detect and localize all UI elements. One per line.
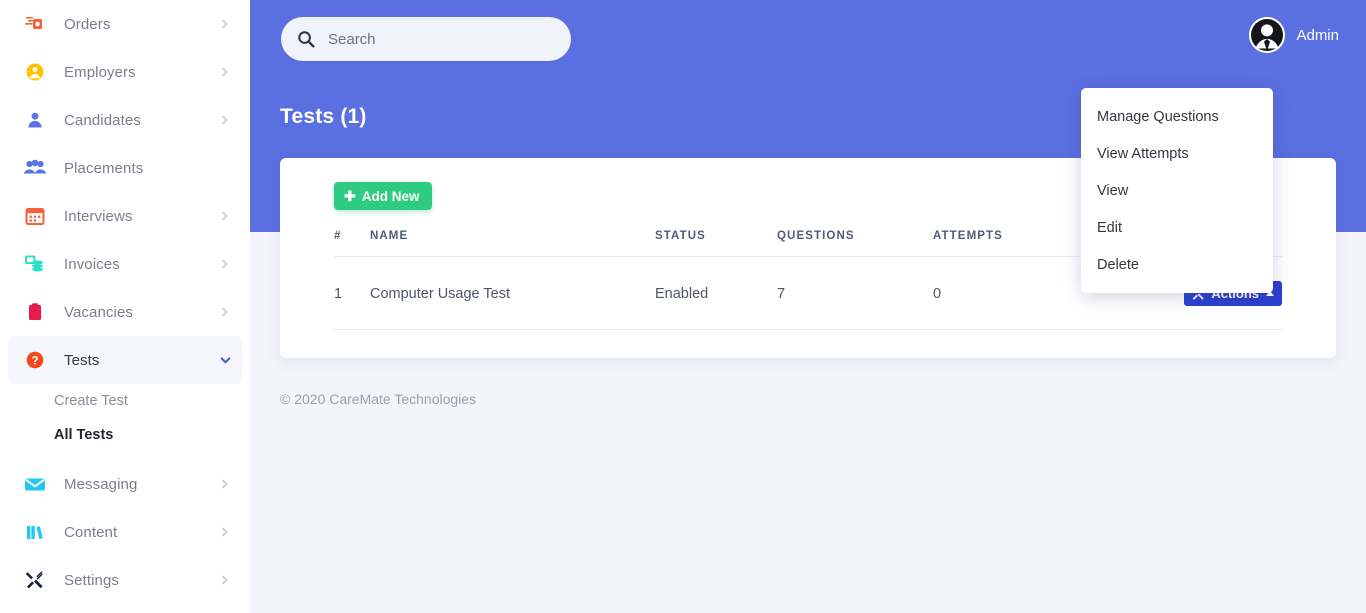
sidebar-item-tests[interactable]: ? Tests (8, 336, 242, 384)
sidebar-subitem-create-test[interactable]: Create Test (0, 384, 250, 418)
cell-number: 1 (334, 256, 370, 330)
chevron-right-icon (220, 259, 230, 269)
avatar (1249, 17, 1286, 53)
menu-item-label: Manage Questions (1097, 108, 1219, 125)
chevron-right-icon (220, 479, 230, 489)
sidebar-item-label: Messaging (64, 475, 138, 493)
cell-status: Enabled (655, 256, 777, 330)
sidebar-item-employers[interactable]: Employers (8, 48, 242, 96)
invoices-icon (20, 254, 50, 274)
sidebar-item-messaging[interactable]: Messaging (8, 460, 242, 508)
vacancies-icon (20, 302, 50, 322)
menu-item-view[interactable]: View (1081, 172, 1273, 209)
page-title: Tests (1) (280, 105, 367, 128)
orders-icon (20, 14, 50, 34)
column-header-status: STATUS (655, 230, 777, 257)
svg-text:?: ? (31, 356, 38, 368)
add-new-button[interactable]: ✚ Add New (334, 182, 432, 210)
chevron-right-icon (220, 527, 230, 537)
sidebar-item-vacancies[interactable]: Vacancies (8, 288, 242, 336)
actions-dropdown-menu: Manage Questions View Attempts View Edit… (1081, 88, 1273, 293)
cell-questions: 7 (777, 256, 933, 330)
interviews-icon (20, 206, 50, 226)
sidebar-item-content[interactable]: Content (8, 508, 242, 556)
sidebar-item-placements[interactable]: Placements (8, 144, 242, 192)
sidebar-item-label: Content (64, 523, 118, 541)
sidebar-item-invoices[interactable]: Invoices (8, 240, 242, 288)
sidebar-item-label: Invoices (64, 255, 120, 273)
chevron-right-icon (220, 67, 230, 77)
column-header-number: # (334, 230, 370, 257)
chevron-down-icon (220, 355, 231, 365)
chevron-right-icon (220, 19, 230, 29)
footer-copyright: © 2020 CareMate Technologies (280, 391, 477, 407)
sidebar-item-label: Vacancies (64, 303, 133, 321)
sidebar-item-orders[interactable]: Orders (8, 0, 242, 48)
chevron-right-icon (220, 115, 230, 125)
search-input[interactable] (328, 30, 538, 48)
menu-item-label: Delete (1097, 256, 1139, 273)
messaging-icon (20, 474, 50, 494)
placements-icon (20, 158, 50, 178)
menu-item-manage-questions[interactable]: Manage Questions (1081, 98, 1273, 135)
sidebar-item-label: Settings (64, 571, 119, 589)
search-icon (297, 30, 315, 48)
chevron-right-icon (220, 211, 230, 221)
plus-icon: ✚ (344, 188, 356, 204)
menu-item-view-attempts[interactable]: View Attempts (1081, 135, 1273, 172)
sidebar-item-label: Orders (64, 15, 111, 33)
chevron-right-icon (220, 307, 230, 317)
sidebar-item-label: Employers (64, 63, 136, 81)
menu-item-edit[interactable]: Edit (1081, 209, 1273, 246)
menu-item-label: View Attempts (1097, 145, 1189, 162)
sidebar-subitem-label: Create Test (54, 393, 128, 409)
column-header-questions: QUESTIONS (777, 230, 933, 257)
sidebar-item-settings[interactable]: Settings (8, 556, 242, 604)
sidebar-item-label: Candidates (64, 111, 141, 129)
employers-icon (20, 62, 50, 82)
sidebar-item-label: Placements (64, 159, 144, 177)
candidates-icon (20, 110, 50, 130)
column-header-name: NAME (370, 230, 655, 257)
sidebar-subitem-all-tests[interactable]: All Tests (0, 418, 250, 452)
cell-name: Computer Usage Test (370, 256, 655, 330)
menu-item-label: Edit (1097, 219, 1122, 236)
sidebar-item-label: Tests (64, 351, 100, 369)
settings-icon (20, 570, 50, 590)
menu-item-label: View (1097, 182, 1129, 199)
chevron-right-icon (220, 575, 230, 585)
user-name: Admin (1296, 26, 1339, 44)
search-box[interactable] (281, 17, 571, 61)
sidebar-item-label: Interviews (64, 207, 133, 225)
tests-icon: ? (20, 350, 50, 370)
sidebar-item-interviews[interactable]: Interviews (8, 192, 242, 240)
content-icon (20, 522, 50, 542)
sidebar-subitem-label: All Tests (54, 427, 114, 443)
user-menu[interactable]: Admin (1249, 17, 1339, 53)
menu-item-delete[interactable]: Delete (1081, 246, 1273, 283)
sidebar: Orders Employers Candidates Placements I… (0, 0, 250, 613)
sidebar-item-candidates[interactable]: Candidates (8, 96, 242, 144)
add-new-label: Add New (361, 188, 420, 204)
